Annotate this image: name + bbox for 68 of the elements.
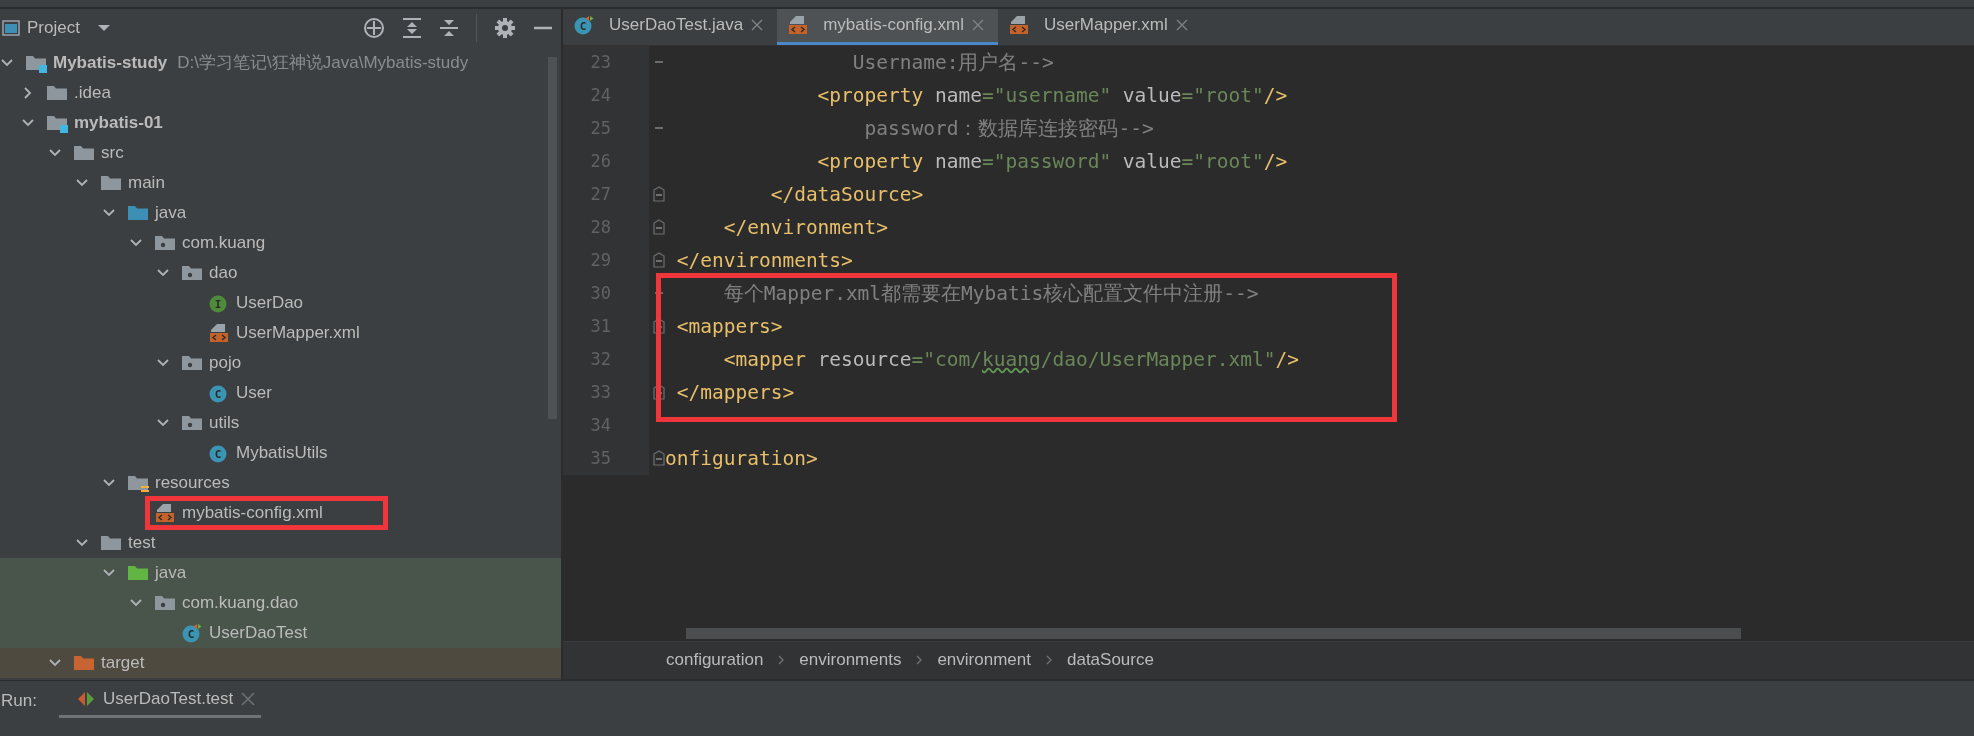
run-test-icon (76, 689, 95, 708)
locate-icon[interactable] (363, 17, 385, 40)
close-icon[interactable] (751, 19, 764, 32)
tree-item-label[interactable]: mybatis-config.xml (182, 502, 323, 523)
close-icon[interactable] (1175, 19, 1188, 32)
chevron-icon (915, 654, 924, 666)
panel-title[interactable]: Project (27, 18, 80, 39)
breadcrumb-item[interactable]: environment (937, 650, 1031, 670)
project-path: D:\学习笔记\狂神说Java\Mybatis-study (177, 52, 469, 75)
class-icon: C (181, 622, 203, 643)
dropdown-caret-icon[interactable] (96, 24, 111, 33)
chevron-icon (1044, 654, 1053, 666)
class-icon: C (573, 15, 595, 36)
tree-item-label[interactable]: Mybatis-study (53, 52, 168, 73)
code-line: Username:用户名--> (851, 49, 1054, 76)
tree-item-label[interactable]: User (236, 382, 272, 403)
code-line: </dataSource> (769, 182, 924, 206)
code-line: <property name="password" value="root"/> (816, 149, 1288, 173)
chevron-icon (777, 654, 786, 666)
tree-item-label[interactable]: UserDaoTest (209, 622, 308, 643)
fold-marker-icon[interactable] (653, 186, 665, 203)
expand-all-icon[interactable] (402, 17, 422, 40)
tree-item-label[interactable]: java (155, 202, 187, 223)
code-line: <mappers> (675, 314, 783, 338)
tree-item-label[interactable]: UserDao (236, 292, 304, 313)
fold-marker-icon[interactable] (653, 219, 665, 236)
code-line: password：数据库连接密码--> (863, 115, 1154, 142)
project-window-icon (2, 20, 20, 37)
tree-item-label[interactable]: MybatisUtils (236, 442, 328, 463)
breadcrumb-item[interactable]: dataSource (1066, 650, 1154, 670)
editor-tab[interactable]: UserMapper.xml (997, 8, 1202, 45)
breadcrumb-item[interactable]: configuration (666, 650, 764, 670)
tree-item-label[interactable]: resources (155, 472, 230, 493)
tree-item-label[interactable]: .idea (74, 82, 111, 103)
run-label: Run: (1, 690, 37, 711)
fold-marker-icon[interactable] (653, 252, 665, 269)
code-line: </environments> (675, 248, 853, 272)
xml-file-icon (1007, 15, 1030, 36)
settings-icon[interactable] (494, 17, 516, 40)
tree-item-label[interactable]: main (128, 172, 165, 193)
breadcrumb-item[interactable]: environments (799, 650, 902, 670)
tree-item-label[interactable]: target (101, 652, 145, 673)
code-line: </environment> (722, 215, 889, 239)
run-tab[interactable]: UserDaoTest.test (58, 684, 262, 718)
code-line: <mapper resource="com/kuang/dao/UserMapper.xml"/> (722, 347, 1299, 371)
xml-file-icon (154, 502, 176, 523)
editor-tab[interactable]: mybatis-config.xml (777, 8, 998, 45)
tree-item-label[interactable]: UserMapper.xml (236, 322, 360, 343)
tree-item-label[interactable]: com.kuang.dao (182, 592, 299, 613)
tree-item-label[interactable]: utils (209, 412, 240, 433)
xml-file-icon (787, 15, 810, 36)
code-line: <property name="username" value="root"/> (816, 83, 1288, 107)
fold-marker-icon[interactable] (653, 384, 665, 401)
tree-item-label[interactable]: com.kuang (182, 232, 266, 253)
fold-marker-icon[interactable] (653, 318, 665, 335)
tree-item-label[interactable]: test (128, 532, 156, 553)
code-line: 每个Mapper.xml都需要在Mybatis核心配置文件中注册--> (722, 280, 1259, 307)
fold-marker-icon[interactable] (653, 450, 665, 467)
code-line: onfiguration> (665, 446, 818, 470)
tree-item-label[interactable]: java (155, 562, 187, 583)
tree-item-label[interactable]: mybatis-01 (74, 112, 163, 133)
editor-tab[interactable]: C UserDaoTest.java (563, 8, 778, 45)
tree-item-label[interactable]: src (101, 142, 124, 163)
scrollbar-thumb[interactable] (686, 627, 1741, 639)
tree-item-label[interactable]: dao (209, 262, 238, 283)
code-line: </mappers> (675, 380, 795, 404)
tree-item-label[interactable]: pojo (209, 352, 242, 373)
xml-file-icon (208, 322, 230, 343)
